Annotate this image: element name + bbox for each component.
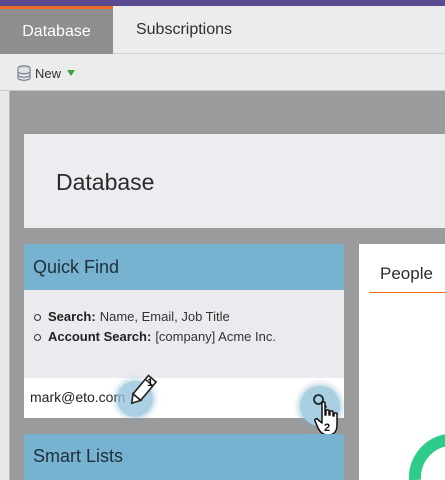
hint-label: Account Search:: [48, 329, 152, 344]
caret-down-icon[interactable]: [67, 70, 76, 76]
left-gutter: [0, 91, 10, 480]
bullet-icon: [34, 313, 41, 321]
donut-segment: [409, 434, 445, 480]
people-title: People: [380, 264, 433, 283]
toolbar: New: [0, 54, 445, 91]
pencil-icon: 1: [130, 374, 158, 405]
quick-find-header: Quick Find: [24, 244, 344, 290]
page-header: Database: [24, 134, 445, 228]
smart-lists-title: Smart Lists: [33, 446, 124, 466]
quick-find-title: Quick Find: [33, 257, 120, 277]
hint-text: [company] Acme Inc.: [155, 329, 276, 344]
quick-find-hints: Search: Name, Email, Job Title Account S…: [34, 307, 276, 347]
hint-label: Search:: [48, 309, 96, 324]
new-button[interactable]: New: [17, 64, 76, 82]
people-panel: People: [359, 244, 445, 480]
list-item: Account Search: [company] Acme Inc.: [34, 327, 276, 347]
callout-number-2: 2: [324, 422, 330, 434]
pointer-hand-icon: 2: [314, 401, 338, 436]
list-item: Search: Name, Email, Job Title: [34, 307, 276, 327]
quick-find-search-row: [24, 378, 344, 426]
people-donut-chart: [409, 434, 445, 480]
tab-database[interactable]: Database: [0, 6, 113, 54]
new-button-label: New: [35, 65, 62, 81]
bullet-icon: [34, 333, 41, 341]
database-icon: [17, 65, 31, 81]
tab-subscriptions[interactable]: Subscriptions: [113, 6, 255, 54]
people-title-rule: [369, 292, 445, 293]
smart-lists-header[interactable]: Smart Lists: [24, 434, 344, 480]
tab-bar: Database Subscriptions: [0, 6, 445, 54]
hint-text: Name, Email, Job Title: [99, 309, 230, 324]
page-title: Database: [56, 169, 155, 195]
callout-number-1: 1: [147, 377, 153, 389]
quick-find-help: Search: Name, Email, Job Title Account S…: [24, 290, 344, 378]
